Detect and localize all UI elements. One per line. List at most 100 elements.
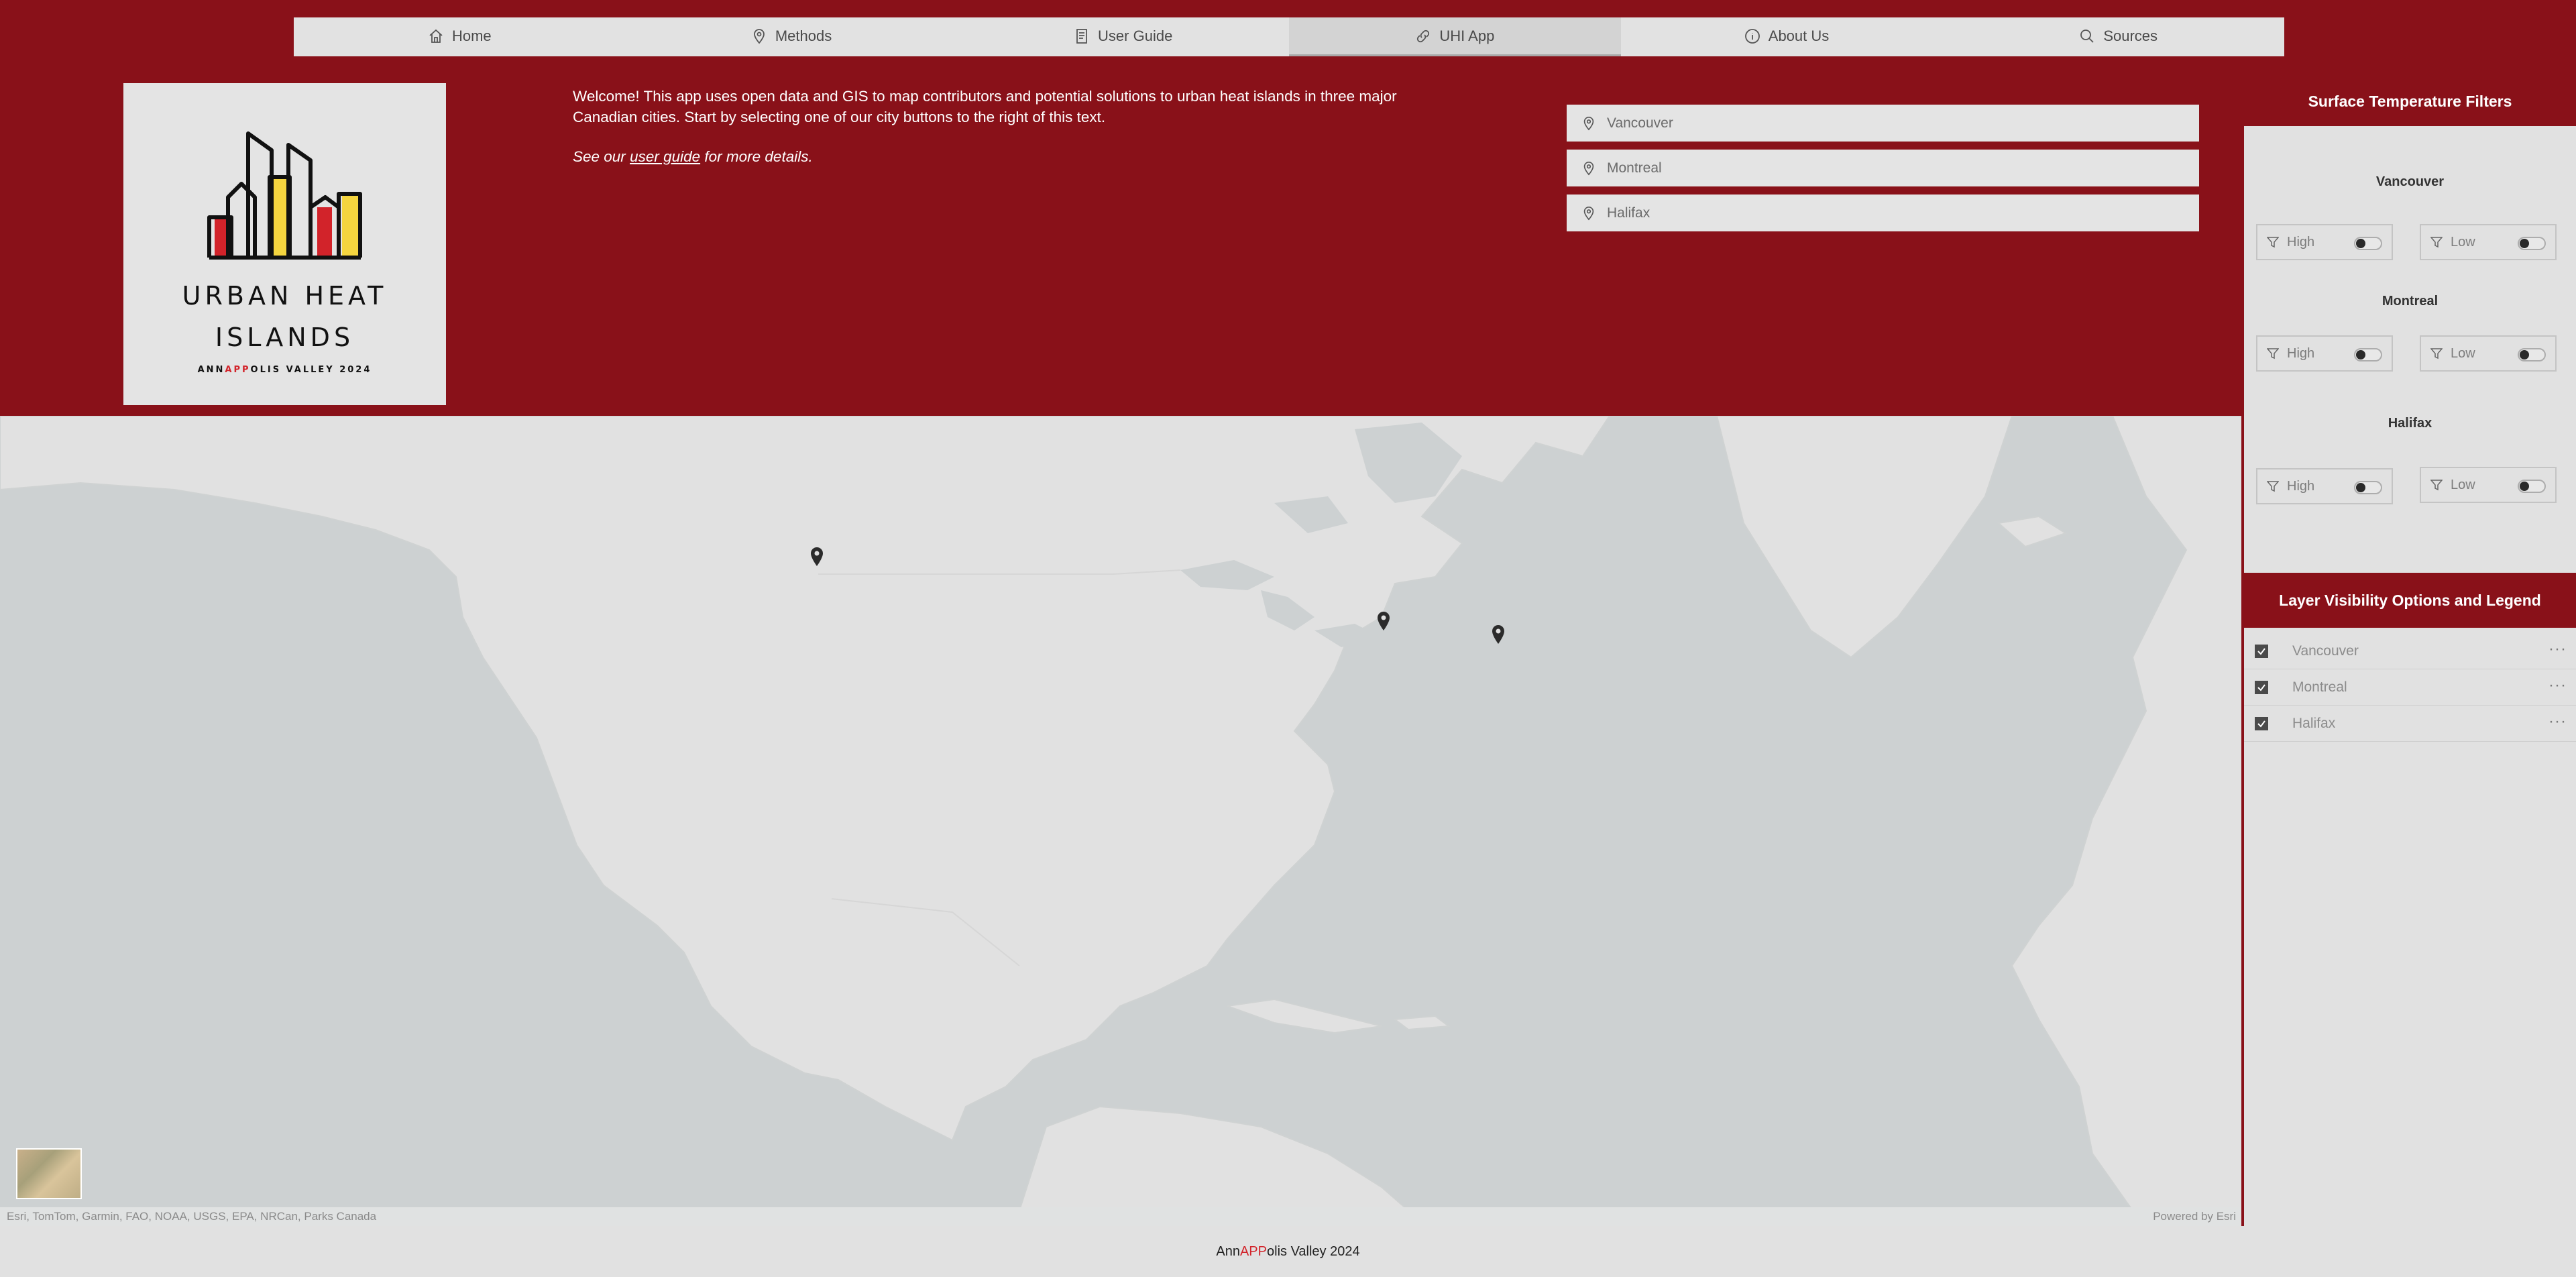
vancouver-map-pin[interactable] bbox=[809, 547, 824, 567]
more-options-icon[interactable]: ··· bbox=[2549, 712, 2567, 731]
nav-sources[interactable]: Sources bbox=[1952, 17, 2284, 56]
nav-uhi-app-label: UHI App bbox=[1439, 27, 1495, 44]
welcome-paragraph: Welcome! This app uses open data and GIS… bbox=[573, 88, 1397, 125]
toggle-switch[interactable] bbox=[2518, 480, 2546, 493]
layer-checkbox[interactable] bbox=[2255, 680, 2268, 694]
filter-label: High bbox=[2287, 345, 2315, 361]
layer-checkbox[interactable] bbox=[2255, 716, 2268, 730]
nav-uhi-app[interactable]: UHI App bbox=[1289, 17, 1621, 56]
map-pin-icon bbox=[1583, 206, 1594, 220]
logo-title-line2: ISLANDS bbox=[215, 323, 355, 352]
more-options-icon[interactable]: ··· bbox=[2549, 640, 2567, 659]
filter-label: Low bbox=[2451, 234, 2475, 249]
montreal-low-filter[interactable]: Low bbox=[2420, 335, 2557, 372]
basemap-toggle-thumbnail[interactable] bbox=[16, 1148, 82, 1199]
document-icon bbox=[1076, 28, 1087, 44]
nav-user-guide[interactable]: User Guide bbox=[957, 17, 1289, 56]
footer-post: olis Valley 2024 bbox=[1267, 1243, 1360, 1259]
home-icon bbox=[429, 29, 443, 43]
layer-item-halifax[interactable]: Halifax ··· bbox=[2244, 706, 2576, 742]
checkmark-icon bbox=[2257, 720, 2265, 728]
nav-sources-label: Sources bbox=[2103, 27, 2158, 44]
nav-about-us[interactable]: About Us bbox=[1621, 17, 1953, 56]
toggle-switch[interactable] bbox=[2354, 481, 2382, 494]
vancouver-low-filter[interactable]: Low bbox=[2420, 224, 2557, 260]
city-button-label: Vancouver bbox=[1607, 115, 1673, 131]
filter-label: High bbox=[2287, 478, 2315, 494]
filter-icon bbox=[2430, 237, 2443, 248]
nav-methods[interactable]: Methods bbox=[626, 17, 958, 56]
map-pin-icon bbox=[1583, 161, 1594, 175]
footer: Ann APP olis Valley 2024 bbox=[0, 1226, 2576, 1277]
toggle-switch[interactable] bbox=[2518, 348, 2546, 362]
filter-label: Low bbox=[2451, 477, 2475, 492]
basemap bbox=[0, 416, 2243, 1211]
filter-icon bbox=[2430, 348, 2443, 359]
guide-pre: See our bbox=[573, 148, 630, 165]
layer-label: Montreal bbox=[2292, 679, 2347, 695]
powered-by-esri[interactable]: Powered by Esri bbox=[2153, 1210, 2236, 1223]
panel-divider bbox=[2241, 76, 2243, 1226]
filter-icon bbox=[2267, 348, 2279, 359]
nav-home[interactable]: Home bbox=[294, 17, 626, 56]
layer-label: Halifax bbox=[2292, 715, 2336, 731]
logo-sub-app: APP bbox=[225, 365, 251, 375]
logo-subtitle: ANNAPPOLIS VALLEY 2024 bbox=[198, 365, 372, 375]
halifax-low-filter[interactable]: Low bbox=[2420, 467, 2557, 503]
link-icon bbox=[1417, 30, 1430, 42]
city-button-montreal[interactable]: Montreal bbox=[1567, 150, 2199, 186]
more-options-icon[interactable]: ··· bbox=[2549, 676, 2567, 695]
top-nav: Home Methods User Guide UHI App About Us… bbox=[294, 17, 2284, 56]
halifax-map-pin[interactable] bbox=[1491, 624, 1506, 645]
map-view[interactable] bbox=[0, 416, 2243, 1211]
map-pin-icon bbox=[1583, 116, 1594, 130]
logo-title: URBAN HEAT ISLANDS bbox=[182, 275, 388, 358]
logo-sub-pre: ANN bbox=[197, 365, 225, 375]
nav-user-guide-label: User Guide bbox=[1098, 27, 1173, 44]
filter-icon bbox=[2267, 237, 2279, 248]
logo-title-line1: URBAN HEAT bbox=[182, 281, 388, 311]
city-button-label: Montreal bbox=[1607, 160, 1662, 176]
city-button-halifax[interactable]: Halifax bbox=[1567, 195, 2199, 231]
filter-icon bbox=[2267, 481, 2279, 492]
nav-home-label: Home bbox=[451, 27, 492, 44]
layer-item-montreal[interactable]: Montreal ··· bbox=[2244, 669, 2576, 706]
app-logo: URBAN HEAT ISLANDS ANNAPPOLIS VALLEY 202… bbox=[123, 83, 446, 405]
guide-post: for more details. bbox=[700, 148, 813, 165]
filters-title: Surface Temperature Filters bbox=[2244, 76, 2576, 126]
filter-city-vancouver: Vancouver bbox=[2375, 174, 2445, 189]
city-button-vancouver[interactable]: Vancouver bbox=[1567, 105, 2199, 142]
layer-checkbox[interactable] bbox=[2255, 644, 2268, 658]
attribution-text: Esri, TomTom, Garmin, FAO, NOAA, USGS, E… bbox=[7, 1210, 377, 1223]
footer-app: APP bbox=[1239, 1243, 1267, 1259]
checkmark-icon bbox=[2257, 647, 2265, 655]
logo-sub-post: OLIS VALLEY 2024 bbox=[250, 365, 372, 375]
filter-panel: Surface Temperature Filters Vancouver Hi… bbox=[2244, 76, 2576, 1226]
legend-title: Layer Visibility Options and Legend bbox=[2244, 573, 2576, 628]
toggle-switch[interactable] bbox=[2518, 237, 2546, 250]
layer-label: Vancouver bbox=[2292, 643, 2359, 659]
footer-pre: Ann bbox=[1216, 1243, 1240, 1259]
filter-icon bbox=[2430, 480, 2443, 491]
map-attribution: Esri, TomTom, Garmin, FAO, NOAA, USGS, E… bbox=[0, 1207, 2243, 1226]
layer-item-vancouver[interactable]: Vancouver ··· bbox=[2244, 633, 2576, 669]
info-icon bbox=[1744, 28, 1760, 44]
toggle-switch[interactable] bbox=[2354, 237, 2382, 250]
user-guide-link[interactable]: user guide bbox=[630, 148, 700, 165]
nav-about-us-label: About Us bbox=[1768, 27, 1830, 44]
montreal-high-filter[interactable]: High bbox=[2256, 335, 2393, 372]
toggle-switch[interactable] bbox=[2354, 348, 2382, 362]
city-skyline-icon bbox=[207, 131, 362, 260]
city-button-label: Halifax bbox=[1607, 205, 1650, 221]
vancouver-high-filter[interactable]: High bbox=[2256, 224, 2393, 260]
checkmark-icon bbox=[2257, 683, 2265, 691]
map-pin-icon bbox=[753, 28, 765, 44]
welcome-text: Welcome! This app uses open data and GIS… bbox=[573, 86, 1438, 167]
montreal-map-pin[interactable] bbox=[1376, 611, 1391, 631]
guide-paragraph: See our user guide for more details. bbox=[573, 146, 1438, 167]
search-icon bbox=[2080, 29, 2094, 43]
halifax-high-filter[interactable]: High bbox=[2256, 468, 2393, 504]
filter-city-montreal: Montreal bbox=[2382, 294, 2439, 309]
filter-label: High bbox=[2287, 234, 2315, 249]
filter-label: Low bbox=[2451, 345, 2475, 361]
